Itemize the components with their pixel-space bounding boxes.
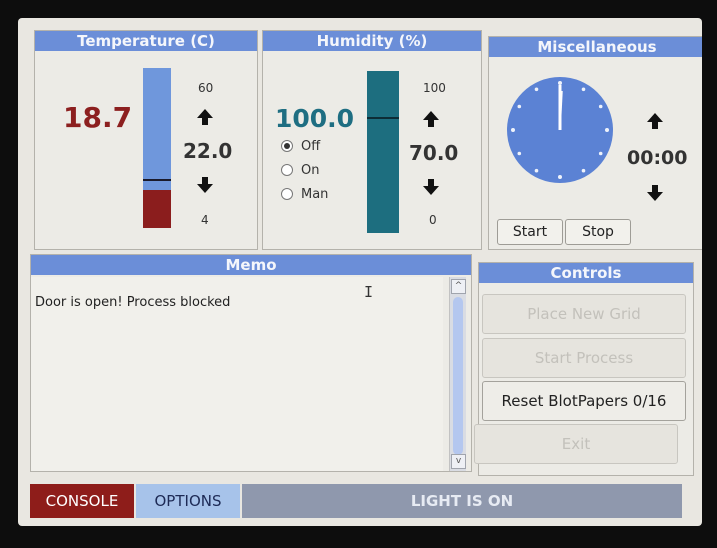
footer-bar: CONSOLE OPTIONS LIGHT IS ON bbox=[18, 476, 702, 526]
mouse-cursor-icon: I bbox=[364, 283, 374, 301]
down-arrow-icon bbox=[647, 185, 663, 201]
humidity-mode-off[interactable]: Off bbox=[281, 137, 320, 155]
start-button[interactable]: Start bbox=[497, 219, 563, 245]
stop-button[interactable]: Stop bbox=[565, 219, 631, 245]
humidity-setpoint-marker bbox=[367, 117, 399, 119]
misc-panel: Miscellaneous 00:00 Start Stop bbox=[488, 36, 702, 250]
memo-textarea[interactable]: Door is open! Process blocked bbox=[31, 277, 443, 471]
humidity-mode-on[interactable]: On bbox=[281, 161, 319, 179]
temperature-setpoint-marker bbox=[143, 179, 171, 181]
humidity-current-value: 100.0 bbox=[275, 104, 355, 133]
down-arrow-icon bbox=[197, 177, 213, 193]
humidity-mode-on-label: On bbox=[301, 162, 320, 178]
humidity-mode-man[interactable]: Man bbox=[281, 185, 328, 203]
up-arrow-icon bbox=[197, 109, 213, 125]
humidity-down-button[interactable] bbox=[421, 177, 441, 197]
humidity-up-button[interactable] bbox=[421, 109, 441, 129]
controls-title: Controls bbox=[479, 263, 693, 283]
timer-up-button[interactable] bbox=[645, 111, 665, 131]
humidity-mode-man-label: Man bbox=[301, 186, 329, 202]
humidity-mode-off-label: Off bbox=[301, 138, 321, 154]
reset-blotpapers-button[interactable]: Reset BlotPapers 0/16 bbox=[482, 381, 686, 421]
temperature-max-label: 60 bbox=[198, 81, 214, 95]
down-arrow-icon bbox=[423, 179, 439, 195]
humidity-bar bbox=[367, 71, 399, 233]
radio-off[interactable] bbox=[281, 140, 293, 152]
options-tab[interactable]: OPTIONS bbox=[136, 484, 240, 518]
memo-title: Memo bbox=[31, 255, 471, 275]
temperature-bar-fill bbox=[143, 190, 171, 228]
memo-text: Door is open! Process blocked bbox=[35, 295, 231, 310]
start-process-button[interactable]: Start Process bbox=[482, 338, 686, 378]
radio-on[interactable] bbox=[281, 164, 293, 176]
timer-value: 00:00 bbox=[627, 147, 688, 169]
humidity-modes: Off On Man bbox=[281, 137, 361, 207]
scrollbar-up-icon[interactable]: ^ bbox=[451, 279, 466, 294]
exit-button[interactable]: Exit bbox=[474, 424, 678, 464]
scrollbar-down-icon[interactable]: v bbox=[451, 454, 466, 469]
console-tab[interactable]: CONSOLE bbox=[30, 484, 134, 518]
radio-man[interactable] bbox=[281, 188, 293, 200]
temperature-min-label: 4 bbox=[201, 213, 209, 227]
temperature-bar bbox=[143, 68, 171, 228]
clock-icon bbox=[505, 75, 615, 185]
memo-scrollbar[interactable]: ^ v bbox=[449, 277, 466, 471]
humidity-min-label: 0 bbox=[429, 213, 437, 227]
humidity-setpoint: 70.0 bbox=[409, 141, 459, 165]
timer-down-button[interactable] bbox=[645, 183, 665, 203]
temperature-down-button[interactable] bbox=[195, 175, 215, 195]
status-bar: LIGHT IS ON bbox=[242, 484, 682, 518]
humidity-max-label: 100 bbox=[423, 81, 446, 95]
place-new-grid-button[interactable]: Place New Grid bbox=[482, 294, 686, 334]
scrollbar-thumb[interactable] bbox=[453, 297, 463, 455]
up-arrow-icon bbox=[423, 111, 439, 127]
device-screen: Temperature (C) 18.7 60 22.0 4 Humidity … bbox=[18, 18, 702, 526]
temperature-current-value: 18.7 bbox=[63, 101, 133, 134]
memo-panel: Memo Door is open! Process blocked ^ v I bbox=[30, 254, 472, 472]
up-arrow-icon bbox=[647, 113, 663, 129]
humidity-title: Humidity (%) bbox=[263, 31, 481, 51]
misc-title: Miscellaneous bbox=[489, 37, 702, 57]
humidity-panel: Humidity (%) 100.0 Off On Man 100 70.0 0 bbox=[262, 30, 482, 250]
temperature-panel: Temperature (C) 18.7 60 22.0 4 bbox=[34, 30, 258, 250]
temperature-setpoint: 22.0 bbox=[183, 139, 233, 163]
temperature-up-button[interactable] bbox=[195, 107, 215, 127]
temperature-title: Temperature (C) bbox=[35, 31, 257, 51]
